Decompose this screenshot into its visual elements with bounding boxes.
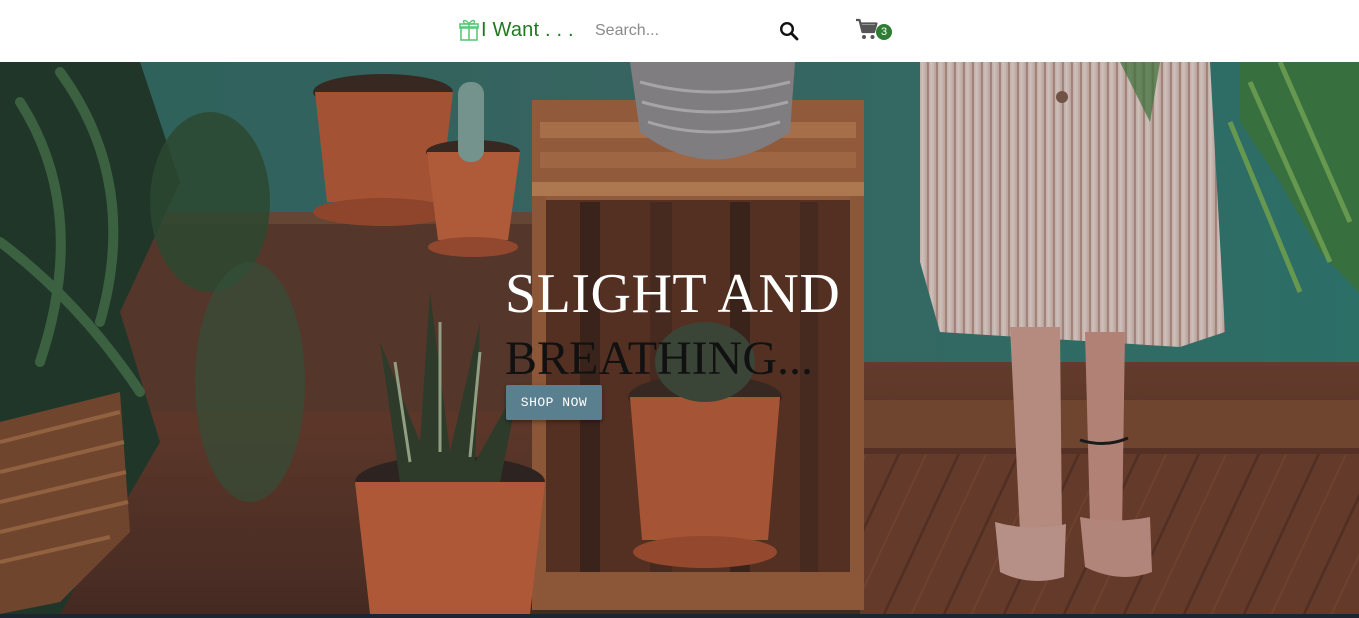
hero-banner: SLIGHT AND BREATHING... SHOP NOW [0,62,1359,614]
brand-name: I Want . . . [481,18,574,41]
search-input[interactable] [590,18,770,44]
shop-now-button[interactable]: SHOP NOW [506,385,602,420]
bottom-divider [0,614,1359,618]
cart-count-badge: 3 [876,24,892,40]
cart-button[interactable]: 3 [855,17,895,45]
brand-logo-link[interactable]: I Want . . . [459,15,574,45]
search-icon [779,21,799,41]
search-button[interactable] [776,18,802,44]
gift-icon [459,19,479,41]
hero-title-line2: BREATHING... [505,332,813,385]
top-navbar: I Want . . . 3 [0,0,1359,62]
hero-title-line1: SLIGHT AND [505,263,841,325]
